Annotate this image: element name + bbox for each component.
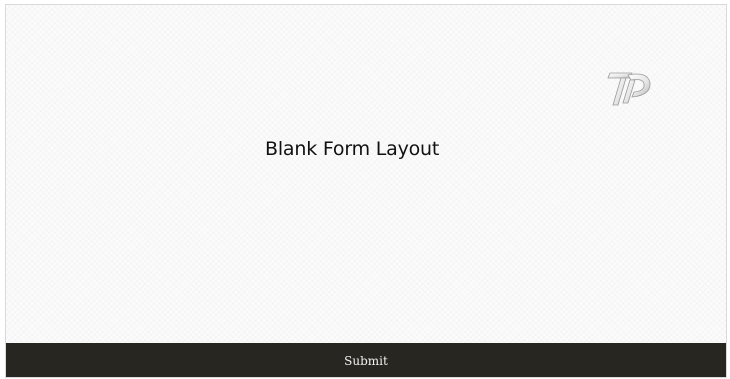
tp-logo-icon: [606, 67, 656, 109]
form-title: Blank Form Layout: [265, 138, 440, 160]
form-footer-bar: Submit: [6, 343, 726, 377]
submit-button[interactable]: Submit: [334, 350, 398, 372]
form-container: Blank Form Layout Submit: [5, 4, 727, 378]
